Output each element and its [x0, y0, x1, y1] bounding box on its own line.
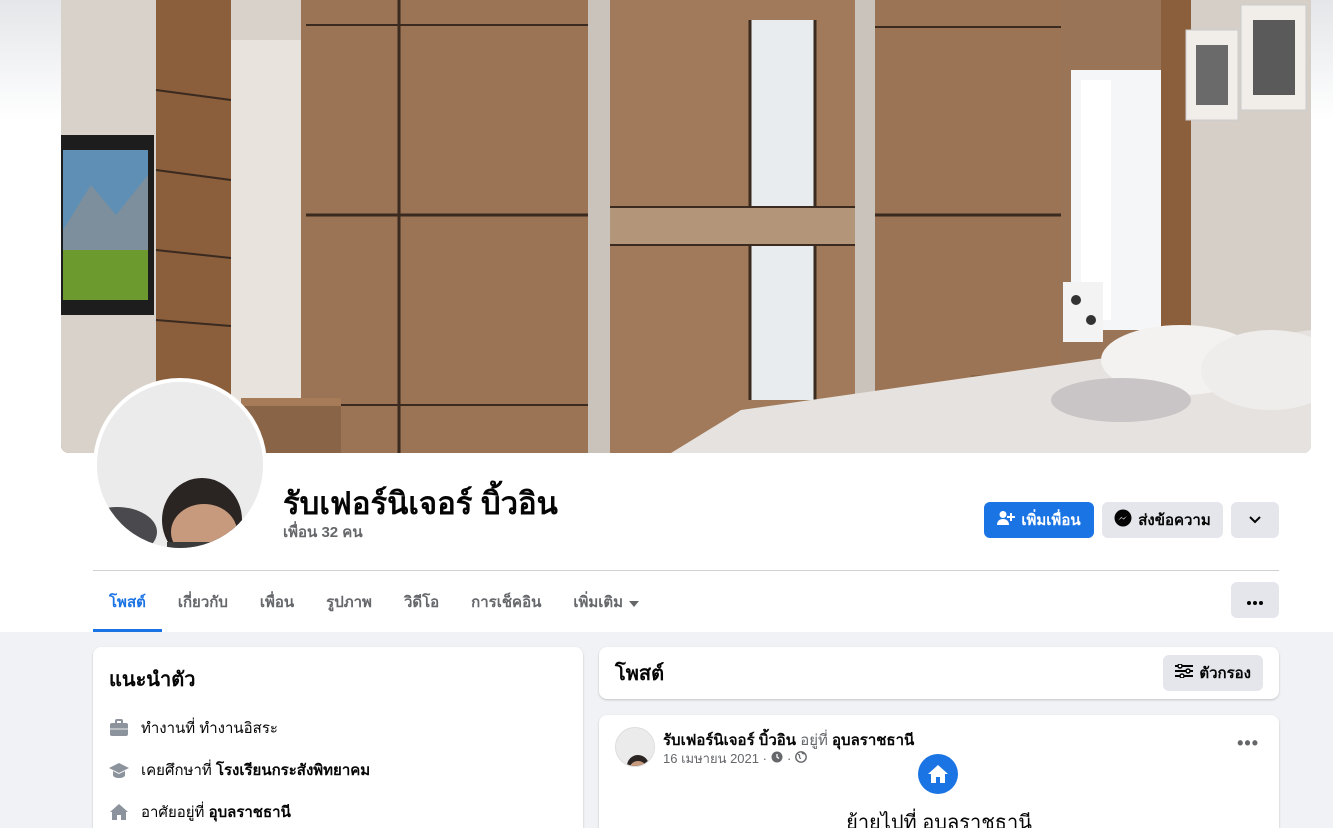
- post-meta: 16 เมษายน 2021 · ·: [663, 748, 808, 769]
- tab-label: เพื่อน: [259, 594, 295, 611]
- clock-icon: [771, 751, 783, 766]
- post-at: อยู่ที่: [800, 732, 828, 749]
- post-author-avatar[interactable]: [615, 727, 655, 767]
- intro-location: อาศัยอยู่ที่ อุบลราชธานี: [109, 791, 567, 828]
- posts-header: โพสต์ ตัวกรอง: [599, 647, 1279, 699]
- chevron-down-icon: [1248, 512, 1262, 529]
- tab-label: การเช็คอิน: [471, 594, 542, 611]
- post-place[interactable]: อุบลราชธานี: [832, 732, 914, 749]
- briefcase-icon: [109, 718, 129, 738]
- filter-icon: [1175, 663, 1194, 682]
- tab-label: เพิ่มเติม: [573, 594, 624, 611]
- add-friend-label: เพิ่มเพื่อน: [1021, 512, 1081, 529]
- profile-tabs: โพสต์ เกี่ยวกับ เพื่อน รูปภาพ วิดีโอ การ…: [93, 572, 655, 632]
- cover-photo[interactable]: [61, 0, 1311, 453]
- tab-photos[interactable]: รูปภาพ: [310, 572, 388, 632]
- graduation-cap-icon: [109, 760, 129, 780]
- filter-button[interactable]: ตัวกรอง: [1163, 655, 1263, 691]
- home-icon: [109, 802, 129, 822]
- tab-videos[interactable]: วิดีโอ: [388, 572, 455, 632]
- post-date[interactable]: 16 เมษายน 2021 ·: [663, 748, 767, 769]
- tab-label: เกี่ยวกับ: [177, 594, 228, 611]
- tab-checkins[interactable]: การเช็คอิน: [455, 572, 557, 632]
- post-options-icon[interactable]: •••: [1237, 733, 1259, 754]
- post-author-name[interactable]: รับเฟอร์นิเจอร์ บิ้วอิน: [663, 732, 796, 749]
- ellipsis-icon: [1247, 592, 1263, 609]
- more-options-button[interactable]: [1231, 582, 1279, 618]
- message-button[interactable]: ส่งข้อความ: [1102, 502, 1223, 538]
- posts-title: โพสต์: [615, 663, 665, 685]
- add-friend-button[interactable]: เพิ่มเพื่อน: [984, 502, 1094, 538]
- message-label: ส่งข้อความ: [1138, 512, 1211, 529]
- life-event-text: ย้ายไปที่ อุบลราชธานี: [846, 812, 1032, 828]
- filter-label: ตัวกรอง: [1199, 665, 1251, 682]
- intro-location-city[interactable]: อุบลราชธานี: [209, 804, 291, 821]
- intro-education: เคยศึกษาที่ โรงเรียนกระสังพิทยาคม: [109, 749, 567, 791]
- life-event-home-icon: [918, 754, 958, 794]
- tab-label: รูปภาพ: [326, 594, 372, 611]
- tab-more[interactable]: เพิ่มเติม: [557, 572, 655, 632]
- add-user-icon: [997, 510, 1016, 530]
- post-card: รับเฟอร์นิเจอร์ บิ้วอิน อยู่ที่ อุบลราชธ…: [599, 715, 1279, 828]
- tab-label: โพสต์: [109, 594, 146, 611]
- intro-education-prefix: เคยศึกษาที่: [141, 762, 212, 779]
- intro-card: แนะนำตัว ทำงานที่ ทำงานอิสระ เคยศึกษาที่…: [93, 647, 583, 828]
- tab-about[interactable]: เกี่ยวกับ: [162, 572, 244, 632]
- profile-options-dropdown[interactable]: [1231, 502, 1279, 538]
- intro-title: แนะนำตัว: [109, 669, 196, 691]
- intro-work: ทำงานที่ ทำงานอิสระ: [109, 707, 567, 749]
- header-divider: [93, 570, 1279, 571]
- intro-location-prefix: อาศัยอยู่ที่: [141, 804, 205, 821]
- intro-work-text: ทำงานที่ ทำงานอิสระ: [141, 720, 278, 737]
- globe-icon: [795, 751, 808, 766]
- messenger-icon: [1114, 509, 1132, 531]
- tab-friends[interactable]: เพื่อน: [244, 572, 310, 632]
- friend-count[interactable]: เพื่อน 32 คน: [283, 520, 363, 544]
- tab-label: วิดีโอ: [403, 594, 440, 611]
- profile-avatar[interactable]: [93, 378, 267, 552]
- tab-posts[interactable]: โพสต์: [93, 572, 162, 632]
- caret-down-icon: [629, 594, 640, 611]
- intro-education-school[interactable]: โรงเรียนกระสังพิทยาคม: [216, 762, 370, 779]
- dot-separator: ·: [786, 751, 792, 766]
